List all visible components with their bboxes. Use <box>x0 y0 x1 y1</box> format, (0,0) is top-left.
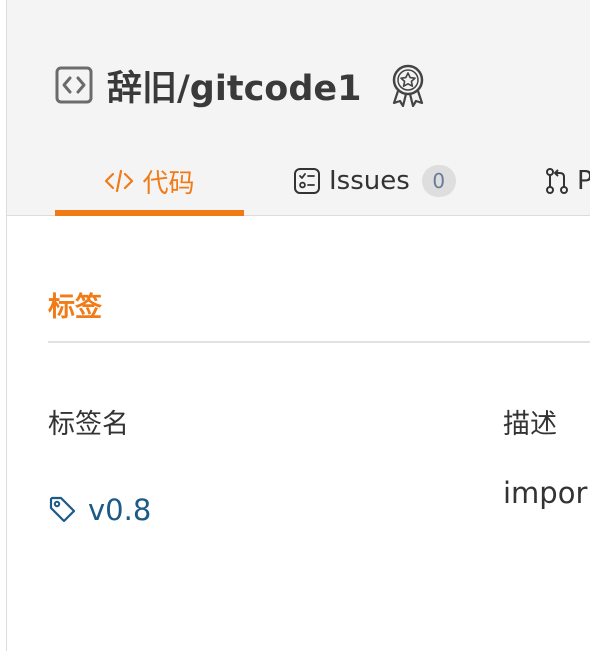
section-divider <box>48 341 590 343</box>
tag-name: v0.8 <box>88 493 152 527</box>
repo-header: 辞旧/gitcode1 代码 Issues 0 P <box>7 0 590 216</box>
repo-tabs: 代码 Issues 0 P <box>55 150 590 216</box>
section-title: 标签 <box>48 292 102 323</box>
page: 辞旧/gitcode1 代码 Issues 0 P 标签 标签名 描述 v0.8… <box>0 0 590 651</box>
checklist-icon <box>293 167 321 195</box>
tab-code[interactable]: 代码 <box>55 150 244 212</box>
repo-title[interactable]: 辞旧/gitcode1 <box>107 60 362 111</box>
pull-request-icon <box>545 167 569 195</box>
issues-count-badge: 0 <box>421 165 456 197</box>
tag-link[interactable]: v0.8 <box>48 488 151 532</box>
repo-title-row: 辞旧/gitcode1 <box>55 60 428 111</box>
active-tab-indicator <box>55 210 244 216</box>
code-icon <box>104 168 134 194</box>
tab-code-label: 代码 <box>142 168 195 199</box>
tab-issues-label: Issues <box>329 166 410 196</box>
tag-icon <box>48 495 78 525</box>
tab-pull-requests[interactable]: Pu <box>545 150 590 212</box>
tab-pull-requests-label: Pu <box>577 166 590 196</box>
tab-issues[interactable]: Issues 0 <box>293 150 456 212</box>
column-header-tag-name: 标签名 <box>48 409 129 440</box>
column-header-description: 描述 <box>503 409 557 440</box>
code-square-icon <box>55 66 93 104</box>
award-ribbon-icon[interactable] <box>388 63 428 107</box>
tag-description: impor <box>503 476 588 510</box>
